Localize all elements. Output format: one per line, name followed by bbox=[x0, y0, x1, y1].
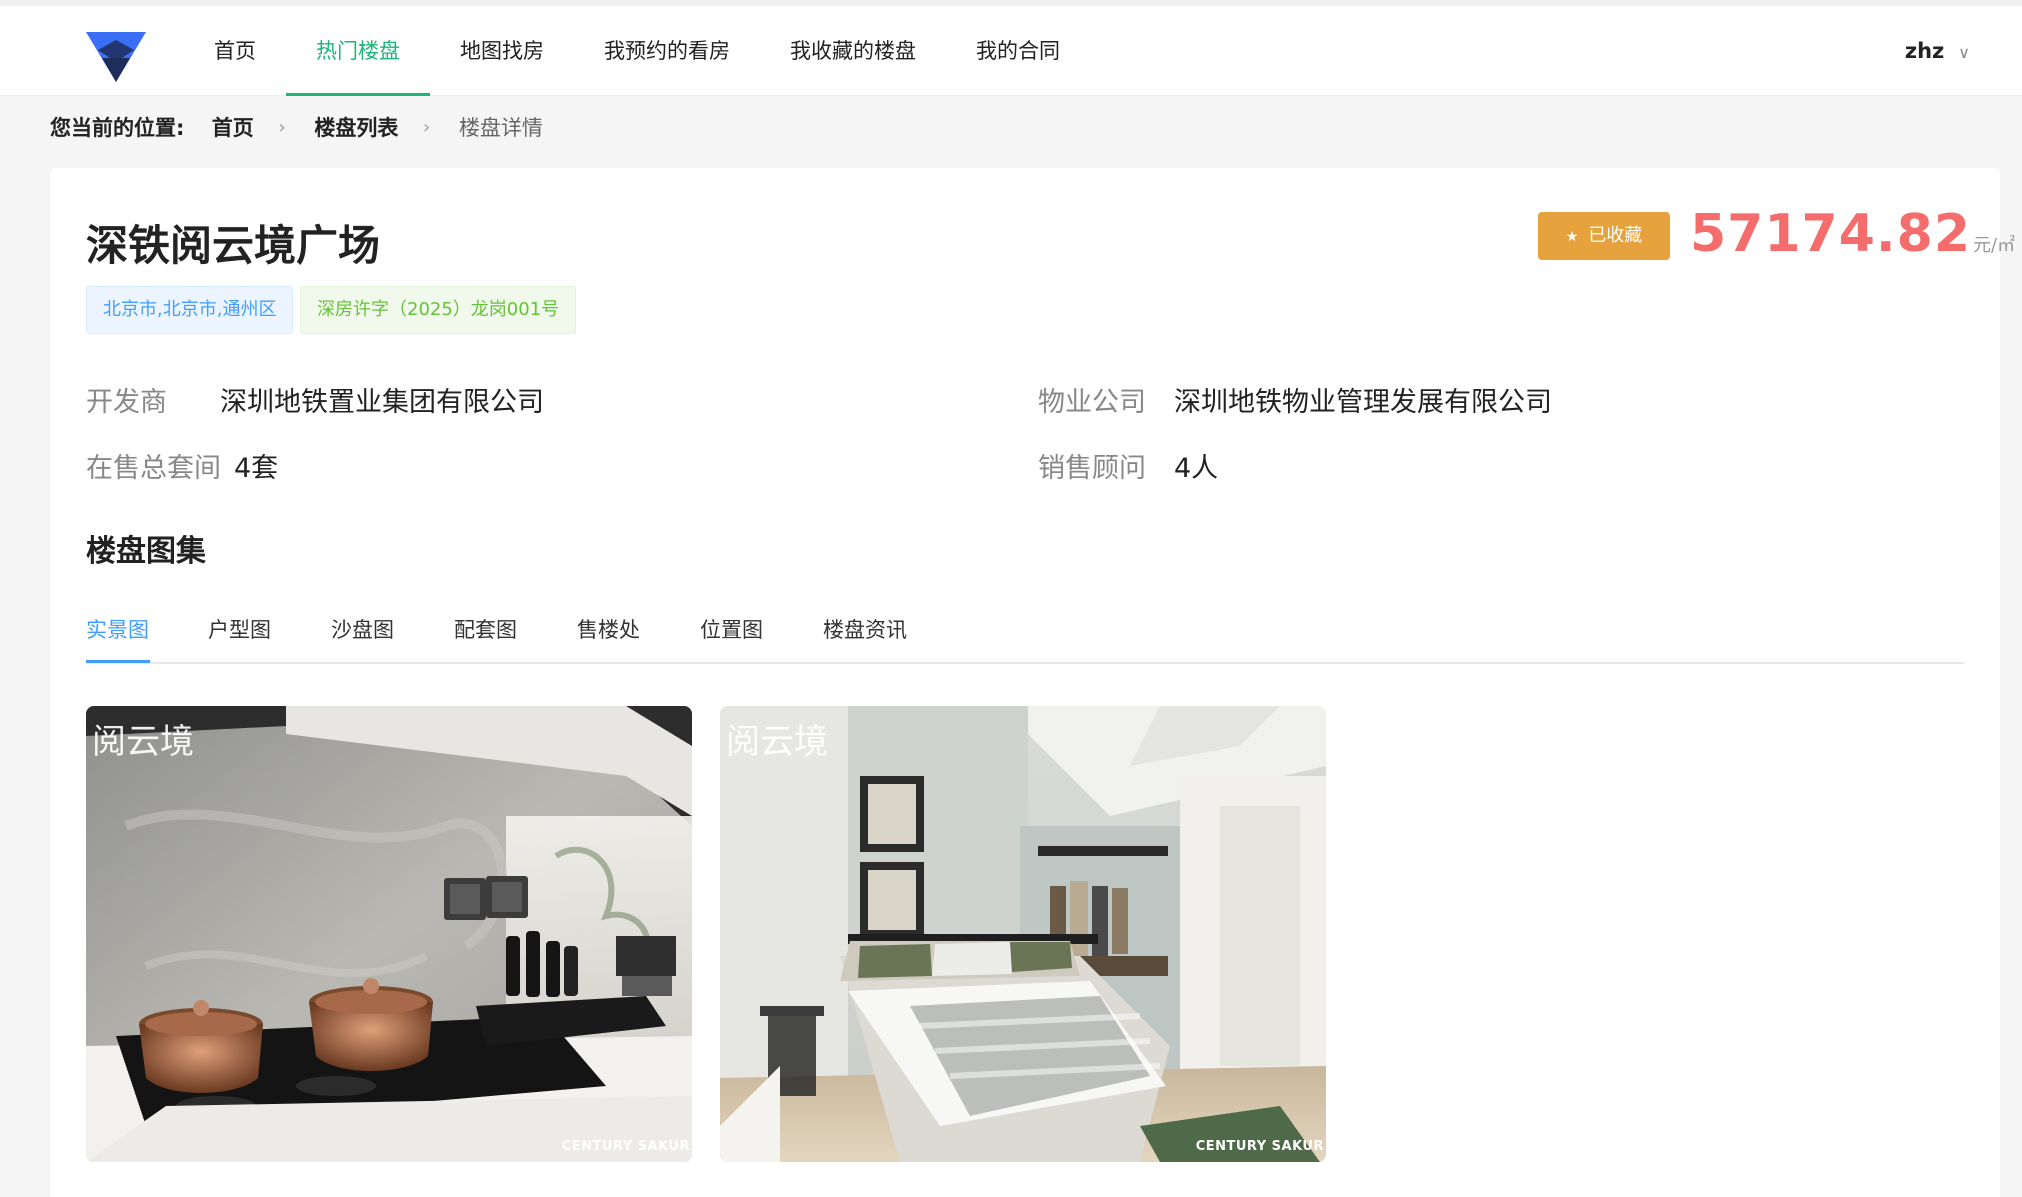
breadcrumb-current: 楼盘详情 bbox=[458, 116, 543, 140]
tab-sales-office[interactable]: 售楼处 bbox=[577, 608, 640, 662]
nav-hot-properties[interactable]: 热门楼盘 bbox=[316, 6, 400, 96]
gallery-photo-bedroom[interactable]: 阅云境 CENTURY SAKUR bbox=[720, 706, 1326, 1162]
gallery-title: 楼盘图集 bbox=[86, 534, 206, 569]
breadcrumb-lead: 您当前的位置: bbox=[50, 116, 185, 140]
tab-amenities[interactable]: 配套图 bbox=[454, 608, 517, 662]
gallery-photo-kitchen[interactable]: 阅云境 CENTURY SAKUR bbox=[86, 706, 692, 1162]
tab-sand-table[interactable]: 沙盘图 bbox=[331, 608, 394, 662]
advisors-value: 4人 bbox=[1174, 453, 1219, 484]
location-tag: 北京市,北京市,通州区 bbox=[86, 286, 294, 334]
tab-floor-plans[interactable]: 户型图 bbox=[208, 608, 271, 662]
property-mgmt-value: 深圳地铁物业管理发展有限公司 bbox=[1174, 387, 1552, 418]
nav-my-favorites[interactable]: 我收藏的楼盘 bbox=[790, 6, 916, 96]
breadcrumb: 您当前的位置: 首页 › 楼盘列表 › 楼盘详情 bbox=[50, 112, 543, 142]
tab-live-photos[interactable]: 实景图 bbox=[86, 608, 149, 662]
chevron-down-icon: ∨ bbox=[1958, 43, 1970, 62]
site-logo[interactable] bbox=[84, 28, 148, 84]
license-tag: 深房许字（2025）龙岗001号 bbox=[300, 286, 577, 334]
property-mgmt-label: 物业公司 bbox=[1038, 387, 1146, 418]
favorite-button[interactable]: ★ 已收藏 bbox=[1538, 212, 1670, 260]
nav-home[interactable]: 首页 bbox=[214, 6, 256, 96]
nav-my-viewings[interactable]: 我预约的看房 bbox=[604, 6, 730, 96]
price-value: 57174.82 bbox=[1690, 204, 1972, 264]
tab-location[interactable]: 位置图 bbox=[700, 608, 763, 662]
user-menu[interactable]: zhz ∨ bbox=[1905, 6, 1970, 96]
username: zhz bbox=[1904, 39, 1945, 63]
top-navbar: 首页 热门楼盘 地图找房 我预约的看房 我收藏的楼盘 我的合同 zhz ∨ bbox=[0, 6, 2022, 96]
nav-map-search[interactable]: 地图找房 bbox=[460, 6, 544, 96]
tab-news[interactable]: 楼盘资讯 bbox=[823, 608, 907, 662]
developer-value: 深圳地铁置业集团有限公司 bbox=[220, 387, 544, 418]
photo-brand-mark: CENTURY SAKUR bbox=[1195, 1139, 1324, 1154]
chevron-right-icon: › bbox=[278, 117, 286, 138]
units-value: 4套 bbox=[234, 453, 279, 484]
tab-active-indicator bbox=[86, 660, 150, 663]
nav-my-contracts[interactable]: 我的合同 bbox=[976, 6, 1060, 96]
photo-watermark: 阅云境 bbox=[726, 722, 828, 762]
breadcrumb-property-list[interactable]: 楼盘列表 bbox=[314, 113, 398, 143]
advisors-label: 销售顾问 bbox=[1038, 453, 1146, 484]
nav-active-indicator bbox=[286, 93, 430, 96]
price: 57174.82 元/㎡ bbox=[1690, 204, 2015, 264]
photo-watermark: 阅云境 bbox=[92, 722, 194, 762]
property-detail-card: 深铁阅云境广场 北京市,北京市,通州区 深房许字（2025）龙岗001号 ★ 已收… bbox=[50, 168, 2015, 1197]
chevron-right-icon: › bbox=[423, 117, 431, 138]
photo-brand-mark: CENTURY SAKUR bbox=[561, 1139, 690, 1154]
property-title: 深铁阅云境广场 bbox=[86, 221, 381, 270]
developer-label: 开发商 bbox=[86, 387, 167, 418]
gallery-tabs: 实景图 户型图 沙盘图 配套图 售楼处 位置图 楼盘资讯 bbox=[86, 608, 1964, 664]
star-icon: ★ bbox=[1565, 229, 1579, 245]
price-unit: 元/㎡ bbox=[1973, 235, 2016, 256]
units-label: 在售总套间 bbox=[86, 453, 221, 484]
favorite-label: 已收藏 bbox=[1588, 225, 1643, 246]
breadcrumb-home[interactable]: 首页 bbox=[212, 113, 254, 143]
